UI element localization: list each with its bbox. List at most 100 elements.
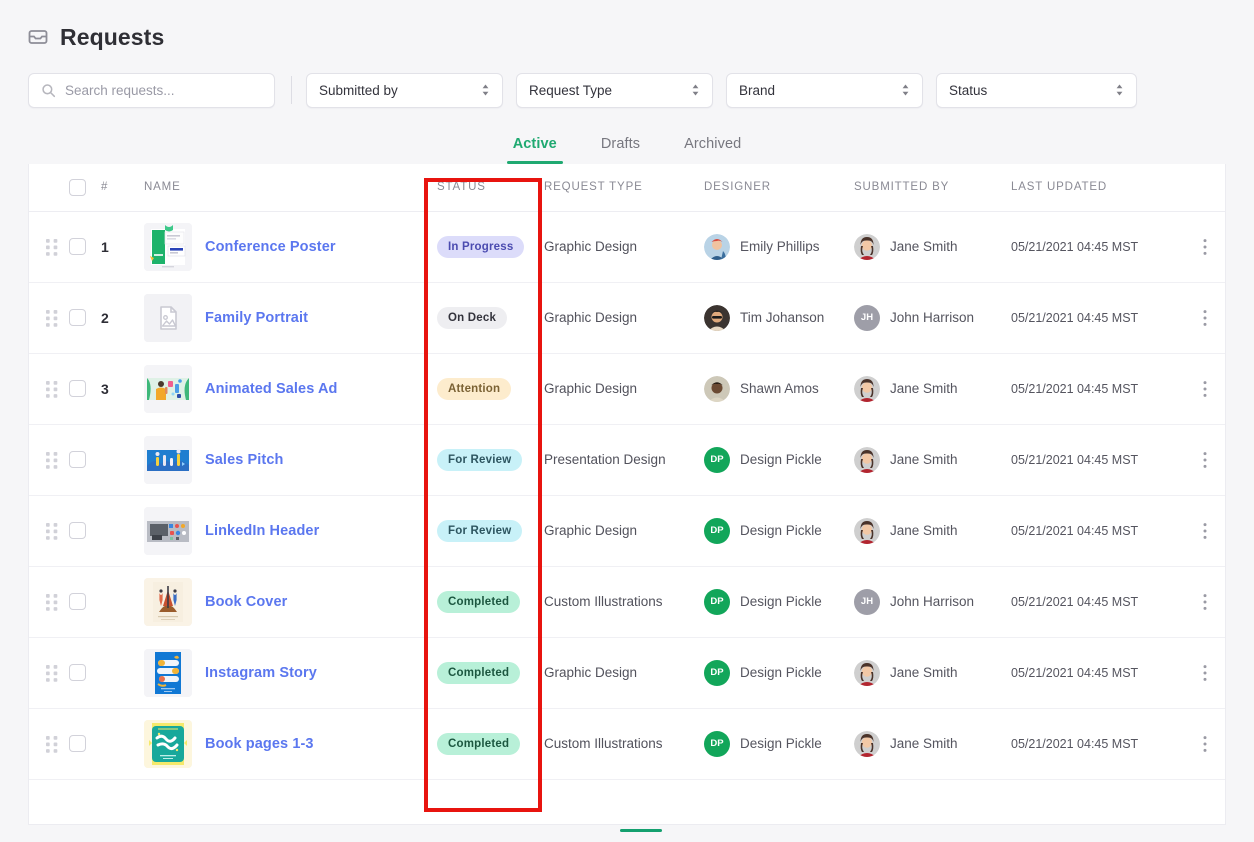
cell-actions: [1185, 353, 1225, 425]
request-name-link[interactable]: Conference Poster: [205, 239, 336, 255]
last-updated-value: 05/21/2021 04:45 MST: [1011, 240, 1139, 254]
row-menu-icon[interactable]: [1203, 593, 1207, 611]
drag-handle-icon[interactable]: [46, 735, 58, 753]
cell-name: Instagram Story: [139, 637, 421, 709]
filter-submitted-by-label: Submitted by: [319, 82, 398, 98]
filter-brand[interactable]: Brand: [726, 72, 923, 108]
status-badge: Completed: [437, 732, 521, 755]
avatar-initials: DP: [704, 730, 730, 757]
row-menu-icon[interactable]: [1203, 735, 1207, 753]
cell-submitted-by: Jane Smith: [854, 353, 1011, 425]
cell-last-updated: 05/21/2021 04:45 MST: [1011, 637, 1185, 709]
cell-drag: [29, 282, 67, 354]
cell-actions: [1185, 211, 1225, 283]
row-checkbox[interactable]: [69, 593, 86, 610]
row-menu-icon[interactable]: [1203, 451, 1207, 469]
drag-handle-icon[interactable]: [46, 380, 58, 398]
bottom-strip: [0, 828, 1254, 842]
request-name-link[interactable]: LinkedIn Header: [205, 523, 319, 539]
row-checkbox[interactable]: [69, 451, 86, 468]
avatar-initials: DP: [704, 659, 730, 686]
avatar: [854, 517, 880, 544]
cell-actions: [1185, 495, 1225, 567]
filter-status[interactable]: Status: [936, 72, 1137, 108]
designer-name: Emily Phillips: [740, 239, 820, 254]
filter-submitted-by[interactable]: Submitted by: [306, 72, 503, 108]
cell-last-updated: 05/21/2021 04:45 MST: [1011, 211, 1185, 283]
row-menu-icon[interactable]: [1203, 664, 1207, 682]
tab-drafts[interactable]: Drafts: [601, 136, 640, 164]
row-menu-icon[interactable]: [1203, 522, 1207, 540]
cell-submitted-by: Jane Smith: [854, 637, 1011, 709]
row-checkbox[interactable]: [69, 380, 86, 397]
cell-select: [67, 353, 101, 425]
table-row[interactable]: 2 Family Portrait On Deck Graphic Design…: [29, 282, 1225, 354]
th-drag: [29, 164, 67, 212]
cell-request-type: Graphic Design: [544, 353, 704, 425]
cell-last-updated: 05/21/2021 04:45 MST: [1011, 424, 1185, 496]
table-row[interactable]: 1 Conference Poster In Progress Graphic …: [29, 211, 1225, 283]
status-badge: For Review: [437, 519, 523, 542]
drag-handle-icon[interactable]: [46, 664, 58, 682]
progress-indicator: [620, 829, 662, 832]
request-name-link[interactable]: Instagram Story: [205, 665, 317, 681]
row-checkbox[interactable]: [69, 522, 86, 539]
request-name-link[interactable]: Family Portrait: [205, 310, 308, 326]
row-menu-icon[interactable]: [1203, 380, 1207, 398]
cell-actions: [1185, 424, 1225, 496]
avatar: [854, 446, 880, 473]
cell-designer: Shawn Amos: [704, 353, 854, 425]
table-row[interactable]: Book pages 1-3 Completed Custom Illustra…: [29, 708, 1225, 780]
drag-handle-icon[interactable]: [46, 593, 58, 611]
tab-archived[interactable]: Archived: [684, 136, 741, 164]
row-number: 1: [101, 238, 109, 255]
tab-active[interactable]: Active: [506, 136, 563, 164]
cell-request-type: Graphic Design: [544, 282, 704, 354]
drag-handle-icon[interactable]: [46, 522, 58, 540]
row-checkbox[interactable]: [69, 664, 86, 681]
select-all-checkbox[interactable]: [69, 178, 86, 196]
table-row[interactable]: Instagram Story Completed Graphic Design…: [29, 637, 1225, 709]
cell-submitted-by: JH John Harrison: [854, 566, 1011, 638]
cell-name: Book Cover: [139, 566, 421, 638]
request-name-link[interactable]: Animated Sales Ad: [205, 381, 338, 397]
request-name-link[interactable]: Book Cover: [205, 594, 287, 610]
drag-handle-icon[interactable]: [46, 451, 58, 469]
table-row[interactable]: 3 Animated Sales Ad Attention Graphic De…: [29, 353, 1225, 425]
row-checkbox[interactable]: [69, 238, 86, 255]
request-name-link[interactable]: Book pages 1-3: [205, 736, 314, 752]
table-footer: [29, 779, 1225, 824]
cell-submitted-by: Jane Smith: [854, 424, 1011, 496]
table-body: 1 Conference Poster In Progress Graphic …: [29, 211, 1225, 780]
filter-request-type[interactable]: Request Type: [516, 72, 713, 108]
table-row[interactable]: Book Cover Completed Custom Illustration…: [29, 566, 1225, 638]
request-thumbnail: [144, 293, 192, 342]
request-name-link[interactable]: Sales Pitch: [205, 452, 283, 468]
page-title: Requests: [60, 23, 165, 50]
cell-request-type: Custom Illustrations: [544, 708, 704, 780]
last-updated-value: 05/21/2021 04:45 MST: [1011, 737, 1139, 751]
cell-designer: Emily Phillips: [704, 211, 854, 283]
row-menu-icon[interactable]: [1203, 309, 1207, 327]
cell-number: [101, 495, 139, 567]
cell-designer: DP Design Pickle: [704, 637, 854, 709]
cell-actions: [1185, 566, 1225, 638]
row-menu-icon[interactable]: [1203, 238, 1207, 256]
status-badge: For Review: [437, 448, 523, 471]
row-checkbox[interactable]: [69, 309, 86, 326]
cell-request-type: Custom Illustrations: [544, 566, 704, 638]
drag-handle-icon[interactable]: [46, 238, 58, 256]
drag-handle-icon[interactable]: [46, 309, 58, 327]
search-input[interactable]: [65, 82, 255, 98]
row-checkbox[interactable]: [69, 735, 86, 752]
table-row[interactable]: LinkedIn Header For Review Graphic Desig…: [29, 495, 1225, 567]
submitter-name: Jane Smith: [890, 736, 958, 751]
cell-name: Sales Pitch: [139, 424, 421, 496]
search-box[interactable]: [28, 72, 275, 108]
status-tabs: Active Drafts Archived: [0, 118, 1254, 164]
cell-submitted-by: Jane Smith: [854, 708, 1011, 780]
cell-designer: DP Design Pickle: [704, 708, 854, 780]
cell-designer: DP Design Pickle: [704, 424, 854, 496]
table-row[interactable]: Sales Pitch For Review Presentation Desi…: [29, 424, 1225, 496]
cell-last-updated: 05/21/2021 04:45 MST: [1011, 353, 1185, 425]
